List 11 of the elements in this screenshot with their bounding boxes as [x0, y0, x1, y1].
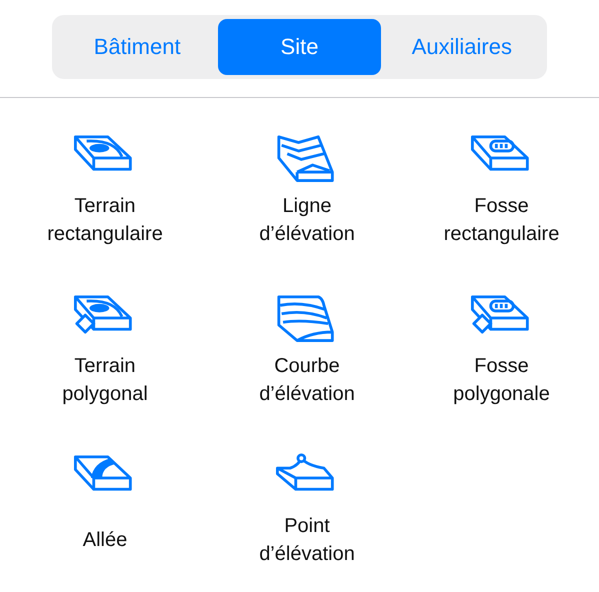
item-label: Allée	[82, 528, 128, 553]
item-label: Fosse polygonale	[452, 354, 551, 407]
item-label: Point d’élévation	[258, 514, 356, 567]
tab[interactable]: Site	[218, 19, 381, 75]
item-label: Terrain polygonal	[61, 354, 149, 407]
item-label: Fosse rectangulaire	[442, 194, 560, 247]
item-label: Courbe d’élévation	[258, 354, 356, 407]
tab[interactable]: Auxiliaires	[380, 19, 543, 75]
tab[interactable]: Bâtiment	[56, 19, 218, 75]
item-label: Terrain rectangulaire	[46, 194, 164, 247]
item-label: Ligne d’élévation	[258, 194, 356, 247]
